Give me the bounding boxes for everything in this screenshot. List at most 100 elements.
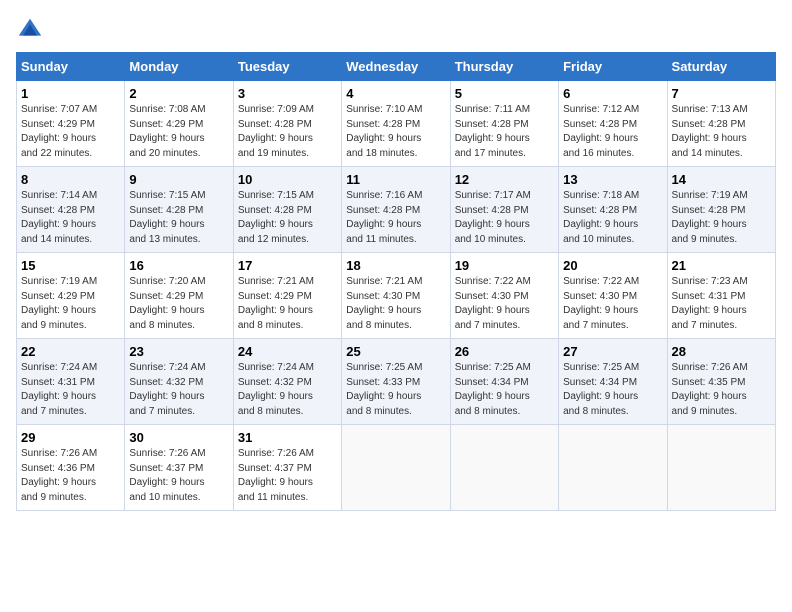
calendar-cell: 11Sunrise: 7:16 AM Sunset: 4:28 PM Dayli…	[342, 167, 450, 253]
day-info: Sunrise: 7:17 AM Sunset: 4:28 PM Dayligh…	[455, 189, 554, 247]
day-number: 3	[238, 86, 337, 101]
day-number: 4	[346, 86, 445, 101]
day-info: Sunrise: 7:14 AM Sunset: 4:28 PM Dayligh…	[21, 189, 120, 247]
calendar-cell: 6Sunrise: 7:12 AM Sunset: 4:28 PM Daylig…	[559, 81, 667, 167]
day-number: 31	[238, 430, 337, 445]
day-info: Sunrise: 7:26 AM Sunset: 4:36 PM Dayligh…	[21, 447, 120, 505]
calendar-week-row: 15Sunrise: 7:19 AM Sunset: 4:29 PM Dayli…	[17, 253, 776, 339]
day-number: 11	[346, 172, 445, 187]
calendar-cell: 10 Sunrise: 7:15 AM Sunset: 4:28 PM Dayli…	[233, 167, 341, 253]
day-info: Sunrise: 7:18 AM Sunset: 4:28 PM Dayligh…	[563, 189, 662, 247]
day-number: 18	[346, 258, 445, 273]
calendar-cell: 30 Sunrise: 7:26 AM Sunset: 4:37 PM Dayli…	[125, 425, 233, 511]
calendar-cell: 28Sunrise: 7:26 AM Sunset: 4:35 PM Dayli…	[667, 339, 775, 425]
calendar-cell: 21 Sunrise: 7:23 AM Sunset: 4:31 PM Dayli…	[667, 253, 775, 339]
calendar-week-row: 1 Sunrise: 7:07 AM Sunset: 4:29 PM Daylig…	[17, 81, 776, 167]
day-info: Sunrise: 7:26 AM Sunset: 4:37 PM Dayligh…	[238, 447, 337, 505]
calendar-cell: 4Sunrise: 7:10 AM Sunset: 4:28 PM Daylig…	[342, 81, 450, 167]
calendar-cell	[450, 425, 558, 511]
day-number: 8	[21, 172, 120, 187]
logo-icon	[16, 16, 44, 44]
col-friday: Friday	[559, 53, 667, 81]
day-number: 6	[563, 86, 662, 101]
calendar-cell: 8 Sunrise: 7:14 AM Sunset: 4:28 PM Daylig…	[17, 167, 125, 253]
day-number: 17	[238, 258, 337, 273]
day-number: 19	[455, 258, 554, 273]
day-number: 28	[672, 344, 771, 359]
day-number: 13	[563, 172, 662, 187]
calendar-cell: 19 Sunrise: 7:22 AM Sunset: 4:30 PM Dayli…	[450, 253, 558, 339]
calendar-cell: 12 Sunrise: 7:17 AM Sunset: 4:28 PM Dayli…	[450, 167, 558, 253]
calendar-cell: 24Sunrise: 7:24 AM Sunset: 4:32 PM Dayli…	[233, 339, 341, 425]
day-info: Sunrise: 7:11 AM Sunset: 4:28 PM Dayligh…	[455, 103, 554, 161]
day-info: Sunrise: 7:23 AM Sunset: 4:31 PM Dayligh…	[672, 275, 771, 333]
day-info: Sunrise: 7:24 AM Sunset: 4:32 PM Dayligh…	[129, 361, 228, 419]
calendar-cell: 17 Sunrise: 7:21 AM Sunset: 4:29 PM Dayli…	[233, 253, 341, 339]
calendar-cell: 18 Sunrise: 7:21 AM Sunset: 4:30 PM Dayli…	[342, 253, 450, 339]
calendar-week-row: 8 Sunrise: 7:14 AM Sunset: 4:28 PM Daylig…	[17, 167, 776, 253]
calendar-cell: 25 Sunrise: 7:25 AM Sunset: 4:33 PM Dayli…	[342, 339, 450, 425]
calendar-cell	[342, 425, 450, 511]
day-info: Sunrise: 7:09 AM Sunset: 4:28 PM Dayligh…	[238, 103, 337, 161]
col-tuesday: Tuesday	[233, 53, 341, 81]
day-number: 14	[672, 172, 771, 187]
calendar-cell	[667, 425, 775, 511]
calendar-cell: 31 Sunrise: 7:26 AM Sunset: 4:37 PM Dayli…	[233, 425, 341, 511]
day-number: 12	[455, 172, 554, 187]
day-number: 15	[21, 258, 120, 273]
calendar-cell: 5 Sunrise: 7:11 AM Sunset: 4:28 PM Daylig…	[450, 81, 558, 167]
day-info: Sunrise: 7:13 AM Sunset: 4:28 PM Dayligh…	[672, 103, 771, 161]
day-info: Sunrise: 7:22 AM Sunset: 4:30 PM Dayligh…	[455, 275, 554, 333]
day-info: Sunrise: 7:19 AM Sunset: 4:28 PM Dayligh…	[672, 189, 771, 247]
calendar-cell: 22 Sunrise: 7:24 AM Sunset: 4:31 PM Dayli…	[17, 339, 125, 425]
day-number: 22	[21, 344, 120, 359]
day-number: 16	[129, 258, 228, 273]
calendar-cell: 27 Sunrise: 7:25 AM Sunset: 4:34 PM Dayli…	[559, 339, 667, 425]
day-number: 10	[238, 172, 337, 187]
day-info: Sunrise: 7:21 AM Sunset: 4:29 PM Dayligh…	[238, 275, 337, 333]
day-number: 27	[563, 344, 662, 359]
header-row: Sunday Monday Tuesday Wednesday Thursday…	[17, 53, 776, 81]
day-number: 2	[129, 86, 228, 101]
day-info: Sunrise: 7:07 AM Sunset: 4:29 PM Dayligh…	[21, 103, 120, 161]
day-info: Sunrise: 7:21 AM Sunset: 4:30 PM Dayligh…	[346, 275, 445, 333]
calendar-cell: 13 Sunrise: 7:18 AM Sunset: 4:28 PM Dayli…	[559, 167, 667, 253]
calendar-week-row: 29 Sunrise: 7:26 AM Sunset: 4:36 PM Dayli…	[17, 425, 776, 511]
col-monday: Monday	[125, 53, 233, 81]
day-number: 7	[672, 86, 771, 101]
day-info: Sunrise: 7:22 AM Sunset: 4:30 PM Dayligh…	[563, 275, 662, 333]
col-thursday: Thursday	[450, 53, 558, 81]
calendar-cell: 7 Sunrise: 7:13 AM Sunset: 4:28 PM Daylig…	[667, 81, 775, 167]
calendar-body: 1 Sunrise: 7:07 AM Sunset: 4:29 PM Daylig…	[17, 81, 776, 511]
day-number: 29	[21, 430, 120, 445]
col-sunday: Sunday	[17, 53, 125, 81]
day-info: Sunrise: 7:26 AM Sunset: 4:37 PM Dayligh…	[129, 447, 228, 505]
day-number: 25	[346, 344, 445, 359]
day-number: 30	[129, 430, 228, 445]
day-number: 9	[129, 172, 228, 187]
calendar-cell: 15Sunrise: 7:19 AM Sunset: 4:29 PM Dayli…	[17, 253, 125, 339]
day-info: Sunrise: 7:20 AM Sunset: 4:29 PM Dayligh…	[129, 275, 228, 333]
calendar-cell: 29 Sunrise: 7:26 AM Sunset: 4:36 PM Dayli…	[17, 425, 125, 511]
day-info: Sunrise: 7:25 AM Sunset: 4:34 PM Dayligh…	[455, 361, 554, 419]
day-info: Sunrise: 7:25 AM Sunset: 4:34 PM Dayligh…	[563, 361, 662, 419]
day-number: 1	[21, 86, 120, 101]
header	[16, 16, 776, 44]
day-info: Sunrise: 7:15 AM Sunset: 4:28 PM Dayligh…	[238, 189, 337, 247]
day-number: 20	[563, 258, 662, 273]
calendar-header: Sunday Monday Tuesday Wednesday Thursday…	[17, 53, 776, 81]
day-number: 5	[455, 86, 554, 101]
calendar-cell: 14 Sunrise: 7:19 AM Sunset: 4:28 PM Dayli…	[667, 167, 775, 253]
day-number: 26	[455, 344, 554, 359]
calendar-week-row: 22 Sunrise: 7:24 AM Sunset: 4:31 PM Dayli…	[17, 339, 776, 425]
day-number: 21	[672, 258, 771, 273]
calendar-cell: 9 Sunrise: 7:15 AM Sunset: 4:28 PM Daylig…	[125, 167, 233, 253]
calendar-cell: 20 Sunrise: 7:22 AM Sunset: 4:30 PM Dayli…	[559, 253, 667, 339]
calendar-cell: 3 Sunrise: 7:09 AM Sunset: 4:28 PM Daylig…	[233, 81, 341, 167]
day-info: Sunrise: 7:25 AM Sunset: 4:33 PM Dayligh…	[346, 361, 445, 419]
day-info: Sunrise: 7:24 AM Sunset: 4:32 PM Dayligh…	[238, 361, 337, 419]
day-info: Sunrise: 7:15 AM Sunset: 4:28 PM Dayligh…	[129, 189, 228, 247]
calendar-cell: 26 Sunrise: 7:25 AM Sunset: 4:34 PM Dayli…	[450, 339, 558, 425]
day-info: Sunrise: 7:08 AM Sunset: 4:29 PM Dayligh…	[129, 103, 228, 161]
day-info: Sunrise: 7:24 AM Sunset: 4:31 PM Dayligh…	[21, 361, 120, 419]
